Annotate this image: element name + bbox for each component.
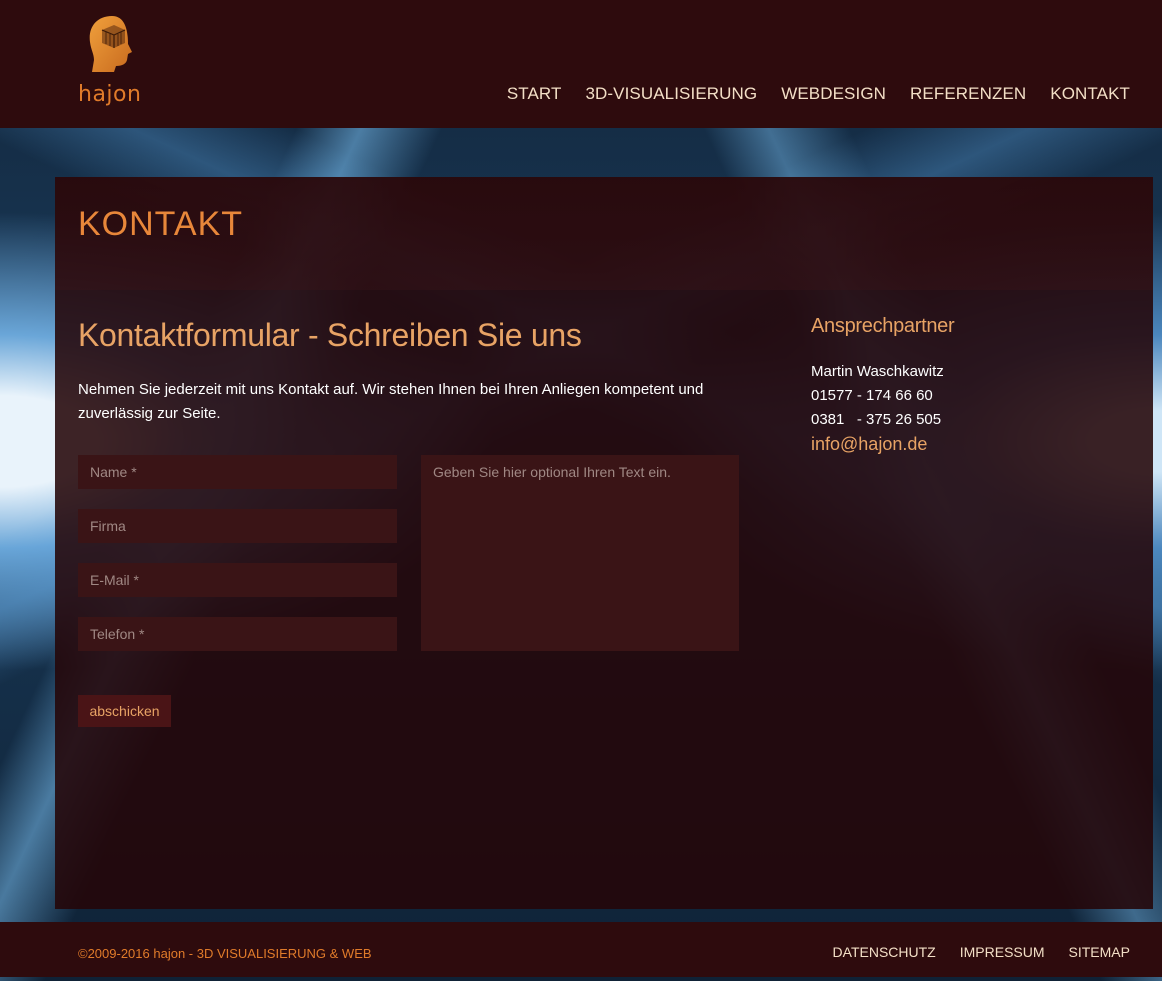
contact-person-title: Ansprechpartner bbox=[811, 315, 955, 337]
phone-field[interactable] bbox=[78, 617, 397, 651]
message-textarea[interactable] bbox=[421, 455, 739, 651]
nav-start[interactable]: START bbox=[507, 84, 562, 104]
contact-person-box: Ansprechpartner Martin Waschkawitz 01577… bbox=[811, 315, 1131, 456]
footer-link-sitemap[interactable]: SITEMAP bbox=[1069, 944, 1130, 960]
page-title-bar: KONTAKT bbox=[55, 177, 1153, 290]
nav-3d-visualisierung[interactable]: 3D-VISUALISIERUNG bbox=[585, 84, 757, 104]
email-field[interactable] bbox=[78, 563, 397, 597]
site-header: hajon START 3D-VISUALISIERUNG WEBDESIGN … bbox=[0, 0, 1162, 128]
footer-link-impressum[interactable]: IMPRESSUM bbox=[960, 944, 1045, 960]
content-panel: KONTAKT Kontaktformular - Schreiben Sie … bbox=[55, 177, 1153, 909]
contact-phone: 0381 - 375 26 505 bbox=[811, 411, 942, 428]
name-field[interactable] bbox=[78, 455, 397, 489]
site-footer: ©2009-2016 hajon - 3D VISUALISIERUNG & W… bbox=[0, 922, 1162, 977]
contact-name: Martin Waschkawitz bbox=[811, 363, 944, 380]
head-cube-logo-icon bbox=[89, 16, 132, 72]
logo[interactable]: hajon bbox=[78, 14, 148, 110]
nav-webdesign[interactable]: WEBDESIGN bbox=[781, 84, 886, 104]
copyright-text: ©2009-2016 hajon - 3D VISUALISIERUNG & W… bbox=[78, 946, 372, 961]
page-title: KONTAKT bbox=[78, 205, 244, 243]
footer-nav: DATENSCHUTZ IMPRESSUM SITEMAP bbox=[833, 944, 1130, 960]
contact-email-link[interactable]: info@hajon.de bbox=[811, 432, 1131, 456]
main-nav: START 3D-VISUALISIERUNG WEBDESIGN REFERE… bbox=[507, 84, 1130, 104]
nav-kontakt[interactable]: KONTAKT bbox=[1050, 84, 1130, 104]
logo-text: hajon bbox=[78, 82, 142, 107]
submit-button[interactable]: abschicken bbox=[78, 695, 171, 727]
footer-link-datenschutz[interactable]: DATENSCHUTZ bbox=[833, 944, 936, 960]
contact-mobile: 01577 - 174 66 60 bbox=[811, 387, 933, 404]
nav-referenzen[interactable]: REFERENZEN bbox=[910, 84, 1026, 104]
intro-text: Nehmen Sie jederzeit mit uns Kontakt auf… bbox=[78, 381, 704, 422]
company-field[interactable] bbox=[78, 509, 397, 543]
form-heading: Kontaktformular - Schreiben Sie uns bbox=[78, 317, 582, 353]
